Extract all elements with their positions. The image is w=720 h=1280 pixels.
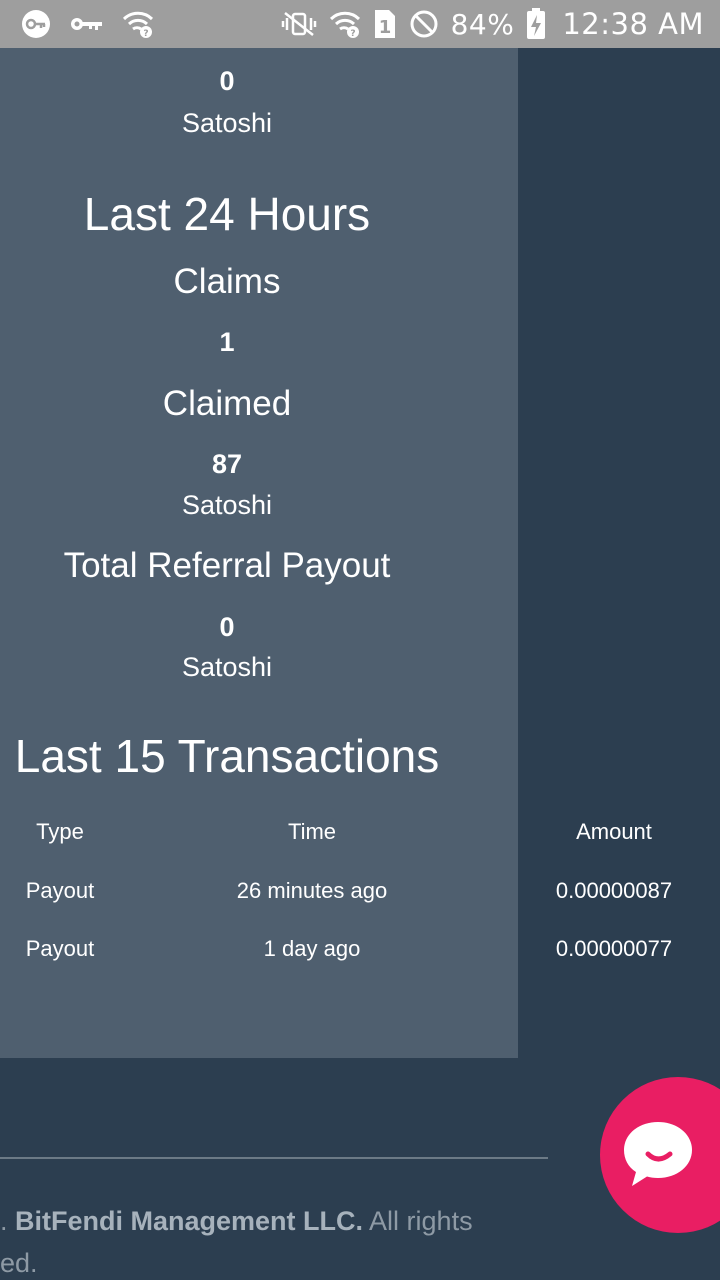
referral-top-unit: Satoshi <box>181 108 273 138</box>
transaction-type: Payout <box>25 936 95 961</box>
vpn-key-icon <box>20 8 52 40</box>
status-bar: ? ? 1 84% 12:38 AM <box>0 0 720 48</box>
footer-prefix: . <box>0 1206 16 1236</box>
claims-value: 1 <box>219 327 235 357</box>
sim-number: 1 <box>378 17 391 38</box>
transaction-amount: 0.00000077 <box>555 936 673 961</box>
claimed-unit: Satoshi <box>181 490 273 520</box>
table-row: Payout 26 minutes ago 0.00000087 <box>0 878 720 918</box>
total-referral-payout-label: Total Referral Payout <box>63 546 391 585</box>
wifi-question-icon: ? <box>122 10 154 38</box>
claimed-value: 87 <box>211 449 243 479</box>
blocked-icon <box>409 9 439 39</box>
key-icon <box>70 14 104 34</box>
referral-payout-unit: Satoshi <box>181 652 273 682</box>
transaction-time: 1 day ago <box>263 936 361 961</box>
column-header-type: Type <box>36 819 84 844</box>
footer-copyright: . BitFendi Management LLC. All rights <box>0 1206 473 1237</box>
svg-text:?: ? <box>143 29 148 38</box>
footer-company-link[interactable]: BitFendi Management LLC. <box>15 1206 363 1236</box>
claims-label: Claims <box>173 262 281 301</box>
chat-button[interactable] <box>600 1077 720 1233</box>
battery-percentage: 84% <box>450 7 515 41</box>
footer-suffix: All rights <box>363 1206 473 1236</box>
column-header-time: Time <box>287 819 337 844</box>
transactions-title: Last 15 Transactions <box>14 730 440 782</box>
referral-payout-value: 0 <box>219 612 235 642</box>
status-time: 12:38 AM <box>562 7 704 41</box>
last-24-hours-title: Last 24 Hours <box>83 188 371 240</box>
referral-top-value: 0 <box>219 66 235 96</box>
transaction-time: 26 minutes ago <box>236 878 388 903</box>
transaction-amount: 0.00000087 <box>555 878 673 903</box>
sim-icon: 1 <box>373 8 397 40</box>
claimed-label: Claimed <box>162 384 292 423</box>
svg-text:?: ? <box>350 29 355 38</box>
transaction-type: Payout <box>25 878 95 903</box>
column-header-amount: Amount <box>576 819 652 844</box>
wifi-question-icon: ? <box>329 10 361 38</box>
chat-bubble-icon <box>618 1116 698 1194</box>
battery-charging-icon <box>526 8 546 40</box>
table-row: Payout 1 day ago 0.00000077 <box>0 936 720 976</box>
transactions-table-header: Type Time Amount <box>0 819 720 859</box>
muted-vibrate-icon <box>281 11 317 37</box>
footer-divider <box>0 1157 548 1159</box>
footer-copyright-line2: ed. <box>0 1248 38 1278</box>
